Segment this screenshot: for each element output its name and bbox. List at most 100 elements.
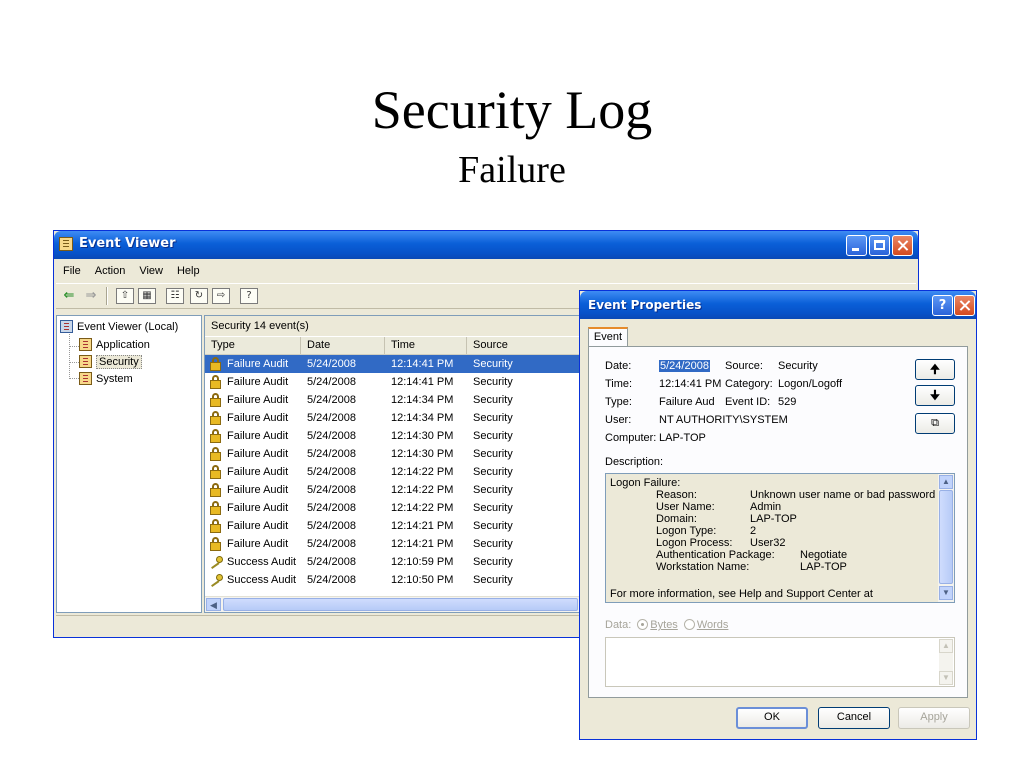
scroll-down-icon[interactable]: ▼ (939, 671, 953, 685)
event-id-value[interactable]: 529 (778, 395, 796, 409)
apply-button[interactable]: Apply (898, 707, 970, 729)
toolbar-separator (106, 287, 108, 305)
cell-type: Failure Audit (227, 358, 289, 370)
cell-type: Success Audit (227, 574, 297, 586)
key-icon (209, 556, 223, 569)
maximize-button[interactable] (869, 235, 890, 256)
lock-icon (209, 393, 222, 407)
table-row[interactable]: Failure Audit 5/24/2008 12:14:22 PM Securit… (205, 481, 585, 499)
scroll-down-icon[interactable]: ▼ (939, 586, 953, 600)
column-header-source[interactable]: Source (467, 337, 587, 354)
source-value[interactable]: Security (778, 359, 818, 373)
up-folder-icon[interactable]: ⇧ (116, 288, 134, 304)
tree-item-root[interactable]: Event Viewer (Local) (60, 319, 178, 335)
previous-event-button[interactable]: 🠉 (915, 359, 955, 380)
cell-type: Failure Audit (227, 376, 289, 388)
cell-time: 12:14:34 PM (391, 412, 454, 424)
tab-event[interactable]: Event (588, 327, 628, 347)
lock-icon (209, 501, 222, 515)
event-id-label: Event ID: (725, 396, 771, 408)
table-row[interactable]: Failure Audit 5/24/2008 12:14:21 PM Securit… (205, 535, 585, 553)
table-row[interactable]: Failure Audit 5/24/2008 12:14:21 PM Securit… (205, 517, 585, 535)
column-header-date[interactable]: Date (301, 337, 385, 354)
table-row[interactable]: Failure Audit 5/24/2008 12:14:41 PM Securit… (205, 355, 585, 373)
data-label: Data: (605, 619, 632, 631)
data-box[interactable]: ▲ ▼ (605, 637, 955, 687)
event-viewer-icon (60, 320, 73, 333)
export-list-icon[interactable]: ⇨ (212, 288, 230, 304)
time-label: Time: (605, 378, 633, 390)
event-viewer-titlebar[interactable]: Event Viewer (54, 231, 918, 259)
table-row[interactable]: Success Audit 5/24/2008 12:10:59 PM Securit… (205, 553, 585, 571)
next-event-button[interactable]: 🠋 (915, 385, 955, 406)
show-hide-tree-icon[interactable]: ▦ (138, 288, 156, 304)
type-value[interactable]: Failure Aud (659, 395, 715, 409)
cancel-button[interactable]: Cancel (818, 707, 890, 729)
back-arrow-icon[interactable]: ⇐ (60, 288, 78, 304)
words-radio-label[interactable]: Words (697, 619, 729, 631)
ok-button[interactable]: OK (736, 707, 808, 729)
event-properties-dialog: Event Properties ? Event Date: 5/24/2008… (579, 290, 977, 740)
cell-source: Security (473, 430, 513, 442)
dialog-close-button[interactable] (954, 295, 975, 316)
table-row[interactable]: Failure Audit 5/24/2008 12:14:34 PM Securit… (205, 409, 585, 427)
scroll-left-icon[interactable]: ◀ (206, 598, 221, 611)
words-radio[interactable] (683, 619, 695, 630)
forward-arrow-icon[interactable]: ⇒ (82, 288, 100, 304)
description-box[interactable]: Logon Failure: Reason: Unknown user name … (605, 473, 955, 603)
log-icon (79, 355, 92, 368)
tree-item-label: Event Viewer (Local) (77, 321, 179, 333)
table-row[interactable]: Failure Audit 5/24/2008 12:14:34 PM Securit… (205, 391, 585, 409)
column-header-type[interactable]: Type (205, 337, 301, 354)
event-properties-titlebar[interactable]: Event Properties ? (580, 291, 976, 319)
down-arrow-icon: 🠋 (930, 388, 940, 402)
tree-item-security[interactable]: Security (79, 354, 142, 370)
copy-button[interactable]: ⧉ (915, 413, 955, 434)
bytes-radio[interactable] (637, 619, 649, 630)
menu-file[interactable]: File (56, 263, 88, 279)
help-icon[interactable]: ? (240, 288, 258, 304)
menu-view[interactable]: View (132, 263, 170, 279)
scroll-up-icon[interactable]: ▲ (939, 639, 953, 653)
column-header-time[interactable]: Time (385, 337, 467, 354)
menu-action[interactable]: Action (88, 263, 133, 279)
table-row[interactable]: Failure Audit 5/24/2008 12:14:22 PM Securit… (205, 499, 585, 517)
horizontal-scrollbar[interactable]: ◀ (205, 596, 585, 612)
computer-label: Computer: (605, 432, 657, 444)
table-row[interactable]: Failure Audit 5/24/2008 12:14:30 PM Securit… (205, 445, 585, 463)
close-button[interactable] (892, 235, 913, 256)
cell-date: 5/24/2008 (307, 430, 356, 442)
scroll-up-icon[interactable]: ▲ (939, 475, 953, 489)
bytes-radio-label[interactable]: Bytes (650, 619, 678, 631)
description-field-value: Admin (750, 501, 782, 513)
tree-item-system[interactable]: System (79, 371, 133, 387)
scroll-thumb[interactable] (939, 490, 953, 584)
type-label: Type: (605, 396, 632, 408)
cell-date: 5/24/2008 (307, 466, 356, 478)
table-row[interactable]: Failure Audit 5/24/2008 12:14:22 PM Securit… (205, 463, 585, 481)
minimize-button[interactable] (846, 235, 867, 256)
menu-help[interactable]: Help (170, 263, 207, 279)
category-value[interactable]: Logon/Logoff (778, 377, 842, 391)
scroll-thumb[interactable] (223, 598, 578, 611)
cell-time: 12:14:41 PM (391, 358, 454, 370)
description-scrollbar[interactable]: ▲ ▼ (938, 474, 954, 602)
data-scrollbar[interactable]: ▲ ▼ (939, 639, 953, 685)
table-row[interactable]: Failure Audit 5/24/2008 12:14:41 PM Securit… (205, 373, 585, 391)
console-tree: Event Viewer (Local) Application Securit… (56, 315, 202, 613)
table-row[interactable]: Failure Audit 5/24/2008 12:14:30 PM Securit… (205, 427, 585, 445)
help-button[interactable]: ? (932, 295, 953, 316)
description-field-label: Domain: (656, 513, 697, 525)
time-value[interactable]: 12:14:41 PM (659, 377, 721, 391)
cell-type: Failure Audit (227, 412, 289, 424)
properties-icon[interactable]: ☷ (166, 288, 184, 304)
refresh-icon[interactable]: ↻ (190, 288, 208, 304)
date-value[interactable]: 5/24/2008 (659, 359, 710, 373)
computer-value[interactable]: LAP-TOP (659, 431, 706, 445)
description-field-label: Authentication Package: (656, 549, 775, 561)
cell-type: Failure Audit (227, 394, 289, 406)
table-row[interactable]: Success Audit 5/24/2008 12:10:50 PM Securit… (205, 571, 585, 589)
tree-item-application[interactable]: Application (79, 337, 150, 353)
user-value[interactable]: NT AUTHORITY\SYSTEM (659, 413, 788, 427)
lock-icon (209, 447, 222, 461)
